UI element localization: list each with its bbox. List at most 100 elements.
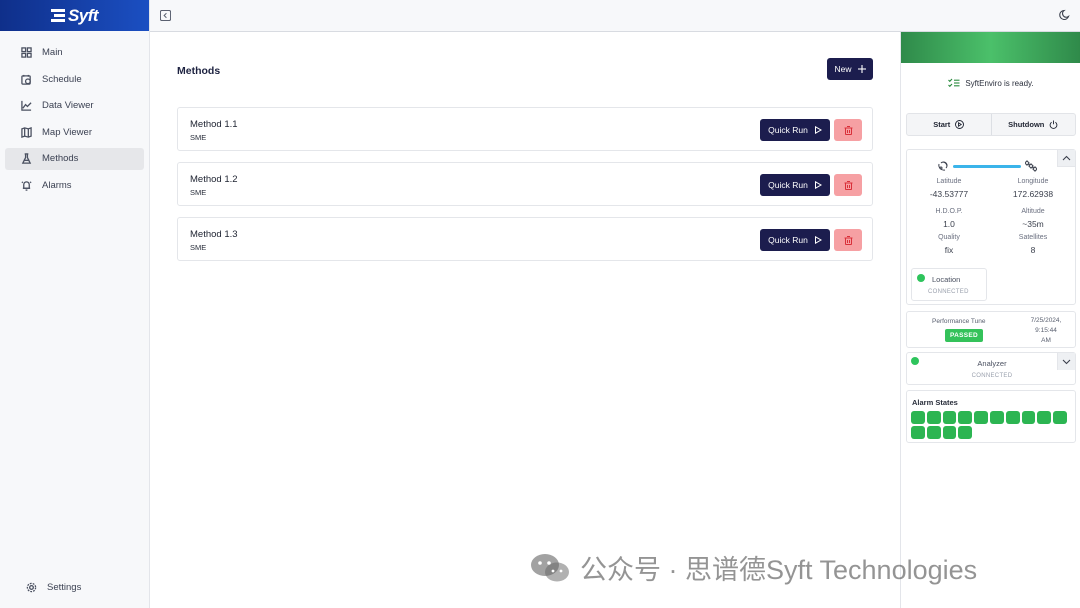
shutdown-button[interactable]: Shutdown xyxy=(990,114,1076,135)
new-button-label: New xyxy=(834,64,852,74)
satellites-label: Satellites xyxy=(1018,234,1048,241)
quality-value: fix xyxy=(944,245,954,255)
hdop-value: 1.0 xyxy=(943,219,955,229)
logo-bar: Syft xyxy=(0,0,149,31)
wechat-icon xyxy=(531,553,569,581)
play-icon xyxy=(814,181,822,189)
grid-icon xyxy=(21,47,32,58)
start-button[interactable]: Start xyxy=(907,114,991,135)
alarm-state-indicator[interactable] xyxy=(1005,411,1020,424)
page-title: Methods xyxy=(177,65,221,77)
trash-icon xyxy=(844,235,852,245)
quick-run-button[interactable]: Quick Run xyxy=(760,119,830,141)
location-status-dot xyxy=(917,274,925,282)
quality-cell: Quality fix xyxy=(907,234,991,255)
delete-method-button[interactable] xyxy=(834,119,862,141)
alarm-state-indicator[interactable] xyxy=(974,411,988,424)
delete-method-button[interactable] xyxy=(834,229,862,251)
syft-logo[interactable]: Syft xyxy=(50,6,99,26)
moon-icon[interactable] xyxy=(1059,9,1071,21)
sidebar: Syft Main Schedule Data Viewer Map Viewe… xyxy=(0,0,150,608)
latitude-value: -43.53777 xyxy=(929,189,969,199)
alarm-state-indicator[interactable] xyxy=(911,426,925,439)
analyzer-expand-button[interactable] xyxy=(1057,353,1075,370)
play-circle-icon xyxy=(955,120,965,129)
sidebar-item-schedule[interactable]: Schedule xyxy=(5,68,144,90)
main-content: Methods New Method 1.1 SME Quick Run Met… xyxy=(150,32,900,608)
method-type: SME xyxy=(190,188,207,197)
plus-icon xyxy=(857,65,866,73)
alarm-state-indicator[interactable] xyxy=(926,426,941,439)
quick-run-button[interactable]: Quick Run xyxy=(760,229,830,251)
passed-badge: PASSED xyxy=(945,329,983,342)
delete-method-button[interactable] xyxy=(834,174,862,196)
watermark-text: 公众号 · 思谱德Syft Technologies xyxy=(580,555,978,585)
sidebar-item-settings[interactable]: Settings xyxy=(10,576,150,598)
alarm-state-indicator[interactable] xyxy=(911,411,925,424)
altitude-label: Altitude xyxy=(1021,208,1045,215)
sidebar-item-alarms[interactable]: Alarms xyxy=(5,175,144,197)
gps-link xyxy=(937,159,1037,173)
sidebar-collapse-icon[interactable] xyxy=(160,10,171,21)
sidebar-item-methods[interactable]: Methods xyxy=(5,147,144,170)
satellites-value: 8 xyxy=(1030,245,1036,255)
satellites-cell: Satellites 8 xyxy=(991,234,1075,255)
chevron-down-icon xyxy=(1062,359,1071,364)
quick-run-button[interactable]: Quick Run xyxy=(760,174,830,196)
method-card[interactable]: Method 1.3 SME Quick Run xyxy=(177,217,873,261)
sidebar-nav: Main Schedule Data Viewer Map Viewer Met… xyxy=(0,31,149,197)
altitude-value: ~35m xyxy=(1022,219,1044,229)
location-label: Location xyxy=(932,275,961,284)
alarm-bell-icon xyxy=(21,181,32,191)
analyzer-status-card: Analyzer CONNECTED xyxy=(906,352,1076,385)
method-type: SME xyxy=(190,243,207,252)
sidebar-item-main[interactable]: Main xyxy=(5,42,144,64)
alarm-states-title: Alarm States xyxy=(912,398,958,407)
method-card[interactable]: Method 1.2 SME Quick Run xyxy=(177,162,873,206)
flask-icon xyxy=(21,153,32,165)
alarm-state-indicator[interactable] xyxy=(989,411,1004,424)
chevron-up-icon xyxy=(1062,155,1071,161)
latitude-label: Latitude xyxy=(936,178,962,185)
sidebar-item-label: Methods xyxy=(42,153,79,165)
gear-icon xyxy=(26,582,37,593)
sidebar-item-data-viewer[interactable]: Data Viewer xyxy=(5,95,144,117)
trash-icon xyxy=(844,180,852,190)
trash-icon xyxy=(844,125,852,135)
satellite-icon xyxy=(1025,160,1037,172)
sidebar-item-label: Alarms xyxy=(42,180,72,192)
alarm-state-indicator[interactable] xyxy=(1037,411,1052,424)
topbar xyxy=(150,0,1080,32)
alarm-state-indicator[interactable] xyxy=(926,411,941,424)
longitude-value: 172.62938 xyxy=(1012,189,1054,199)
hdop-label: H.D.O.P. xyxy=(935,208,963,215)
ready-status: SyftEnviro is ready. xyxy=(901,78,1080,88)
syft-logo-mark-icon xyxy=(50,9,65,22)
sidebar-item-label: Main xyxy=(42,47,63,59)
sidebar-item-map-viewer[interactable]: Map Viewer xyxy=(5,121,144,143)
checklist-icon xyxy=(948,78,960,88)
altitude-cell: Altitude ~35m xyxy=(991,208,1075,229)
analyzer-label: Analyzer xyxy=(977,359,1007,368)
alarm-state-indicator[interactable] xyxy=(942,411,957,424)
status-banner xyxy=(901,32,1080,63)
alarm-state-indicator[interactable] xyxy=(958,411,973,424)
satellite-dish-icon xyxy=(938,161,948,171)
alarm-state-indicator[interactable] xyxy=(942,426,957,439)
gps-collapse-button[interactable] xyxy=(1057,150,1075,167)
shutdown-label: Shutdown xyxy=(1008,120,1045,129)
alarm-state-indicator[interactable] xyxy=(958,426,973,439)
method-name: Method 1.1 xyxy=(190,119,238,130)
watermark: 公众号 · 思谱德Syft Technologies xyxy=(530,548,977,587)
performance-label: Performance Tune xyxy=(932,318,986,325)
alarm-state-indicator[interactable] xyxy=(1021,411,1036,424)
alarm-state-indicator[interactable] xyxy=(1053,411,1067,424)
new-method-button[interactable]: New xyxy=(827,58,873,80)
sidebar-item-label: Settings xyxy=(47,581,82,593)
start-label: Start xyxy=(933,120,951,129)
method-type: SME xyxy=(190,133,207,142)
quick-run-label: Quick Run xyxy=(768,180,808,190)
method-card[interactable]: Method 1.1 SME Quick Run xyxy=(177,107,873,151)
performance-ampm: AM xyxy=(1041,337,1051,344)
location-status: Location CONNECTED xyxy=(911,268,987,301)
